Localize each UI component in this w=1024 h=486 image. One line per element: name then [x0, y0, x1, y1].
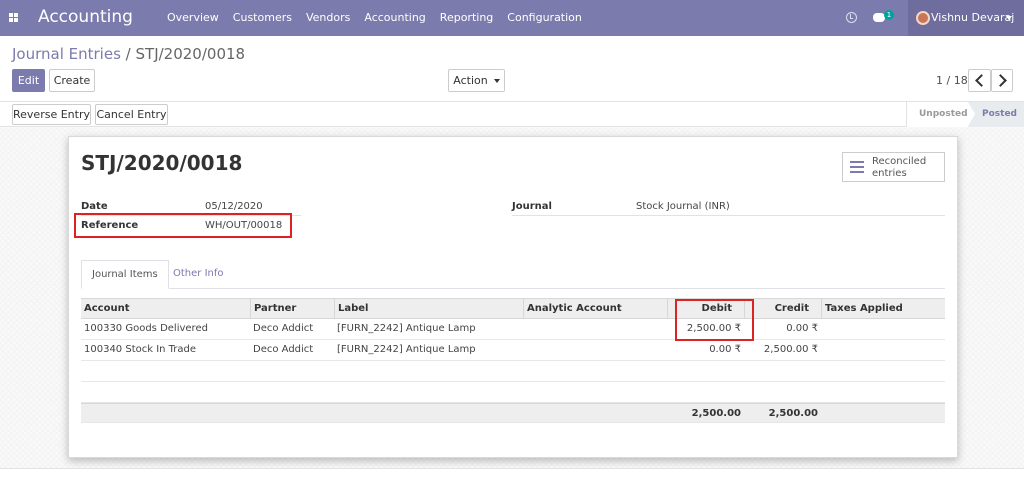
tab-journal-items[interactable]: Journal Items	[81, 260, 169, 289]
debit-highlight-box	[675, 299, 754, 341]
avatar	[916, 11, 930, 25]
column-analytic-account[interactable]: Analytic Account	[523, 299, 667, 319]
breadcrumb-separator: /	[125, 45, 131, 63]
date-value: 05/12/2020	[205, 201, 263, 212]
action-label: Action	[453, 74, 488, 87]
cell-partner: Deco Addict	[253, 344, 314, 355]
reconciled-entries-button[interactable]: Reconciled entries	[842, 152, 945, 182]
entry-title: STJ/2020/0018	[81, 151, 243, 175]
cell-analytic-account	[526, 340, 666, 360]
cell-account: 100340 Stock In Trade	[84, 344, 197, 355]
table-row[interactable]: 100340 Stock In Trade Deco Addict [FURN_…	[81, 340, 945, 361]
cancel-entry-button[interactable]: Cancel Entry	[95, 104, 168, 125]
action-dropdown[interactable]: Action	[448, 69, 505, 92]
table-row[interactable]: 100330 Goods Delivered Deco Addict [FURN…	[81, 319, 945, 340]
column-label[interactable]: Label	[334, 299, 523, 319]
list-icon	[850, 161, 864, 173]
journal-label: Journal	[512, 201, 552, 212]
caret-down-icon	[493, 79, 500, 83]
breadcrumb-current: STJ/2020/0018	[135, 45, 246, 63]
menu-vendors[interactable]: Vendors	[299, 0, 357, 36]
table-totals-row: 2,500.00 2,500.00	[81, 403, 945, 423]
total-debit: 2,500.00	[691, 408, 741, 419]
form-sheet: STJ/2020/0018 Reconciled entries Date 05…	[68, 136, 958, 458]
column-partner[interactable]: Partner	[250, 299, 334, 319]
control-panel: Journal Entries / STJ/2020/0018 Edit Cre…	[0, 36, 1024, 102]
cell-debit: 0.00 ₹	[709, 344, 741, 355]
reconciled-entries-label: Reconciled entries	[872, 156, 942, 180]
user-name: Vishnu Devaraj	[931, 11, 1015, 24]
main-menu: Overview Customers Vendors Accounting Re…	[160, 0, 589, 36]
status-step-unposted: Unposted	[906, 102, 975, 127]
page-footer-area	[0, 468, 1024, 486]
breadcrumb-parent[interactable]: Journal Entries	[12, 45, 121, 63]
status-step-posted: Posted	[968, 102, 1024, 127]
cell-label: [FURN_2242] Antique Lamp	[337, 344, 476, 355]
chat-count-badge: 1	[884, 10, 894, 20]
cell-taxes-applied	[824, 340, 944, 360]
reconciled-label-line1: Reconciled	[872, 156, 927, 167]
apps-icon[interactable]	[9, 13, 18, 22]
cell-partner: Deco Addict	[253, 323, 314, 334]
cell-account: 100330 Goods Delivered	[84, 323, 208, 334]
menu-customers[interactable]: Customers	[226, 0, 299, 36]
reference-highlight-box	[74, 213, 292, 238]
pager-previous-button[interactable]	[968, 69, 991, 92]
status-bar: Reverse Entry Cancel Entry Unposted Post…	[0, 102, 1024, 127]
column-credit[interactable]: Credit	[744, 299, 821, 319]
empty-row	[81, 382, 945, 403]
chevron-right-icon	[994, 74, 1007, 87]
top-navbar: Accounting Overview Customers Vendors Ac…	[0, 0, 1024, 36]
total-credit: 2,500.00	[768, 408, 818, 419]
menu-reporting[interactable]: Reporting	[433, 0, 500, 36]
menu-overview[interactable]: Overview	[160, 0, 226, 36]
status-steps: Unposted Posted	[906, 102, 1024, 127]
cell-credit: 0.00 ₹	[786, 323, 818, 334]
menu-accounting[interactable]: Accounting	[357, 0, 432, 36]
tab-other-info[interactable]: Other Info	[163, 260, 234, 289]
reconciled-label-line2: entries	[872, 168, 907, 179]
cell-taxes-applied	[824, 319, 944, 339]
menu-configuration[interactable]: Configuration	[500, 0, 589, 36]
table-header-row: Account Partner Label Analytic Account D…	[81, 298, 945, 319]
create-button[interactable]: Create	[49, 69, 95, 92]
reverse-entry-button[interactable]: Reverse Entry	[12, 104, 91, 125]
cell-label: [FURN_2242] Antique Lamp	[337, 323, 476, 334]
journal-value: Stock Journal (INR)	[636, 201, 730, 212]
caret-down-icon	[1006, 16, 1012, 20]
cell-analytic-account	[526, 319, 666, 339]
breadcrumb: Journal Entries / STJ/2020/0018	[12, 45, 245, 63]
pager-value[interactable]: 1 / 18	[936, 74, 968, 87]
notebook-tabs: Journal Items Other Info	[81, 260, 945, 289]
edit-button[interactable]: Edit	[12, 69, 45, 92]
clock-icon[interactable]	[846, 12, 857, 23]
date-label: Date	[81, 201, 108, 212]
pager-next-button[interactable]	[991, 69, 1013, 92]
user-menu[interactable]: Vishnu Devaraj	[908, 0, 1024, 36]
journal-divider	[512, 215, 945, 216]
cell-credit: 2,500.00 ₹	[763, 344, 818, 355]
empty-row	[81, 361, 945, 382]
column-taxes-applied[interactable]: Taxes Applied	[821, 299, 945, 319]
app-title[interactable]: Accounting	[38, 7, 133, 27]
chevron-left-icon	[975, 74, 988, 87]
column-account[interactable]: Account	[81, 299, 250, 319]
